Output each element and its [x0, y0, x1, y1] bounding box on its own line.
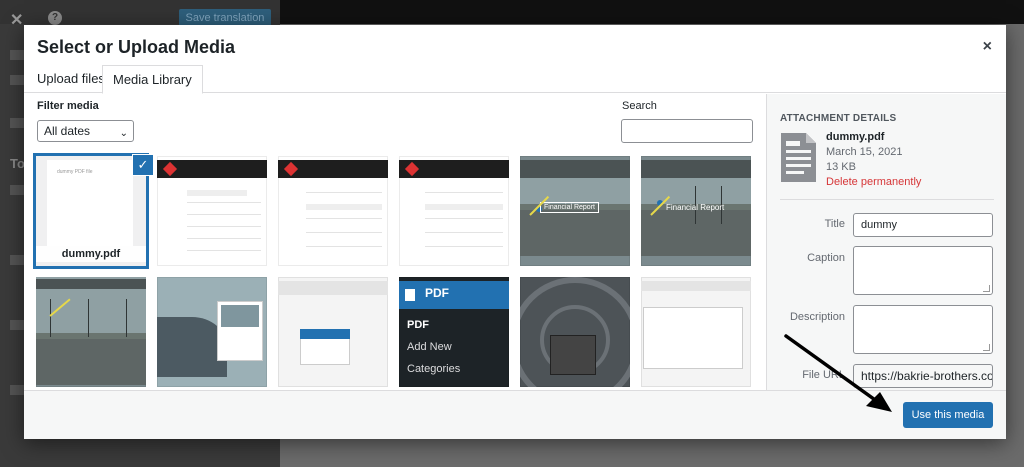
thumb-popup [550, 335, 596, 375]
thumb-line [306, 204, 382, 210]
thumb-line [306, 246, 382, 247]
delete-permanently-link[interactable]: Delete permanently [826, 176, 921, 188]
pdf-icon [405, 289, 415, 301]
thumb-popup [643, 307, 743, 369]
thumb-line [306, 218, 382, 219]
thumb-pole [88, 299, 89, 337]
title-field[interactable]: dummy [853, 213, 993, 237]
thumb-line [187, 214, 261, 215]
thumb-header-bar [36, 279, 146, 289]
thumb-line [425, 232, 503, 233]
document-page-title: dummy PDF file [57, 169, 93, 175]
thumb-line [425, 192, 503, 193]
tab-media-library[interactable]: Media Library [102, 65, 203, 94]
attachment-details-panel: ATTACHMENT DETAILS dummy.pdf March 15, 2… [766, 94, 1006, 390]
background-field-stub [10, 385, 24, 395]
document-icon [781, 133, 816, 182]
checkmark-icon[interactable]: ✓ [132, 154, 154, 176]
thumb-line [187, 238, 261, 239]
thumb-menu-item: Add New [407, 341, 452, 353]
thumb-header-bar [278, 281, 388, 295]
background-close-icon: ✕ [10, 12, 24, 29]
use-this-media-button[interactable]: Use this media [903, 402, 993, 428]
title-label: Title [824, 218, 845, 230]
thumb-pole [50, 299, 51, 337]
thumb-line [425, 204, 503, 210]
background-field-stub [10, 75, 24, 85]
thumb-line [425, 218, 503, 219]
attachment-thumb[interactable] [641, 277, 751, 387]
thumb-line [187, 250, 261, 251]
thumb-card-image [221, 305, 259, 327]
media-browser: Filter media All dates ⌄ Search dummy PD… [24, 94, 766, 390]
attachment-size: 13 KB [826, 161, 856, 173]
thumb-popup-header [300, 329, 350, 339]
thumb-admin-header [399, 281, 509, 309]
thumb-line [187, 190, 247, 196]
attachment-thumb[interactable] [399, 156, 509, 266]
thumb-pole [126, 299, 127, 337]
filter-media-label: Filter media [37, 100, 99, 112]
thumb-label: Financial Report [540, 202, 599, 213]
modal-title: Select or Upload Media [37, 37, 236, 57]
background-field-stub [10, 50, 24, 60]
attachment-thumb[interactable]: Financial Report [641, 156, 751, 266]
attachment-thumb[interactable] [157, 277, 267, 387]
thumb-menu-item: Categories [407, 363, 461, 375]
thumb-line [306, 192, 382, 193]
thumb-admin-header-text: PDF [425, 286, 449, 300]
attachment-thumb[interactable] [278, 277, 388, 387]
date-filter-select[interactable]: All dates ⌄ [37, 120, 134, 142]
file-url-label: File URL [802, 369, 845, 381]
background-field-stub [10, 320, 24, 330]
description-label: Description [789, 311, 845, 323]
date-filter-value: All dates [44, 124, 91, 138]
attachment-filename: dummy.pdf [36, 246, 146, 262]
thumb-line [306, 232, 382, 233]
attachment-thumb[interactable]: Financial Report [520, 156, 630, 266]
search-label: Search [622, 100, 657, 112]
thumb-header-bar [520, 160, 630, 178]
caption-label: Caption [807, 252, 845, 264]
background-preview-header [280, 0, 1024, 24]
media-modal: Select or Upload Media × Upload files Me… [24, 25, 1006, 439]
thumb-line [425, 246, 503, 247]
attachment-thumb[interactable]: dummy PDF file dummy.pdf [36, 156, 146, 266]
thumb-label: Financial Report [666, 203, 725, 212]
attachment-thumb[interactable] [157, 156, 267, 266]
document-preview: dummy PDF file [47, 160, 133, 246]
divider [780, 199, 994, 200]
media-toolbar: Use this media [24, 390, 1006, 439]
chevron-down-icon: ⌄ [119, 128, 128, 139]
background-field-stub [10, 118, 24, 128]
description-field[interactable] [853, 305, 993, 354]
attachment-thumb[interactable] [36, 277, 146, 387]
attachment-details-heading: ATTACHMENT DETAILS [780, 113, 897, 124]
thumb-header-bar [641, 281, 751, 291]
thumb-road [520, 210, 630, 256]
search-input[interactable] [621, 119, 753, 143]
attachment-thumb[interactable] [520, 277, 630, 387]
caption-field[interactable] [853, 246, 993, 295]
thumb-line [187, 202, 261, 203]
background-field-stub [10, 255, 24, 265]
background-sidebar-letter: To [10, 156, 25, 171]
thumb-road [36, 339, 146, 385]
background-field-stub [10, 185, 24, 195]
attachment-date: March 15, 2021 [826, 146, 903, 158]
file-url-field[interactable]: https://bakrie-brothers.co [853, 364, 993, 388]
thumb-header-bar [641, 160, 751, 178]
attachments-grid: dummy PDF file dummy.pdf ✓ Financial Rep… [36, 154, 764, 390]
background-help-icon: ? [48, 11, 62, 25]
thumb-line [187, 226, 261, 227]
attachment-filename: dummy.pdf [826, 131, 885, 143]
thumb-road [641, 210, 751, 256]
attachment-thumb[interactable] [278, 156, 388, 266]
close-icon[interactable]: × [983, 38, 992, 56]
attachment-thumb[interactable]: PDF PDF Add New Categories [399, 277, 509, 387]
thumb-menu-item: PDF [407, 319, 429, 331]
media-tabs: Upload files Media Library [24, 65, 1006, 94]
